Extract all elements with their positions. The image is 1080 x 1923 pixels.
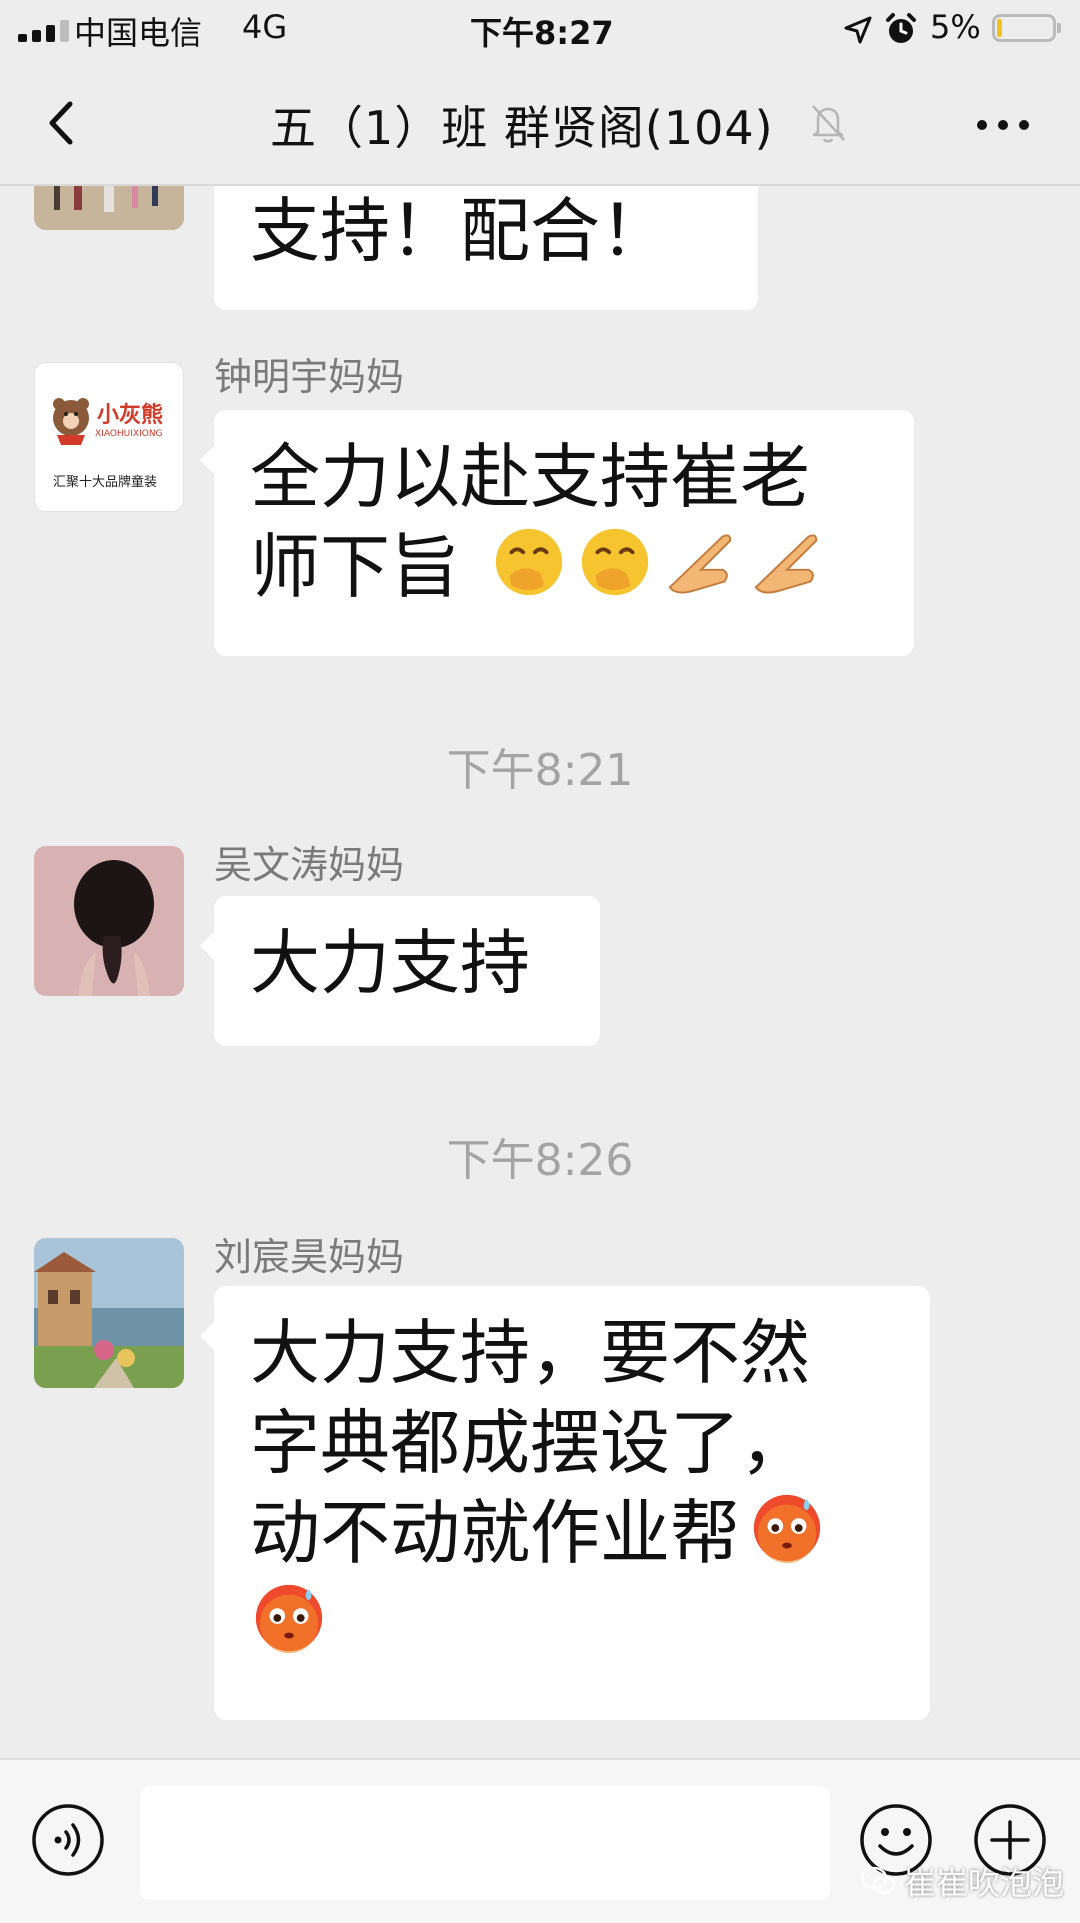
sender-name: 吴文涛妈妈 (214, 843, 405, 887)
message-timestamp: 下午8:26 (446, 1135, 634, 1186)
pointing-hand-emoji-icon (754, 534, 818, 594)
bell-muted-icon (812, 105, 845, 143)
message-text: 字典都成摆设了， (250, 1402, 810, 1484)
message-input[interactable] (140, 1786, 830, 1900)
logo-caption: 汇聚十大品牌童装 (53, 475, 158, 490)
message-bubble[interactable]: 大力支持，要不然 字典都成摆设了， 动不动就作业帮 (200, 1286, 930, 1720)
signal-icon (18, 20, 69, 42)
network-label: 4G (242, 8, 288, 46)
message-text: 全力以赴支持崔老 (250, 436, 810, 518)
chat-header: 五（1）班 群贤阁(104) (0, 64, 1080, 186)
message-text: 大力支持 (250, 922, 530, 1004)
pointing-hand-emoji-icon (668, 534, 732, 594)
battery-icon (992, 14, 1061, 42)
sender-name: 钟明宇妈妈 (214, 355, 405, 399)
avatar-girl-braid[interactable] (34, 846, 184, 996)
message-text: 支持！配合！ (250, 190, 670, 272)
location-arrow-icon (844, 16, 872, 44)
voice-button[interactable] (30, 1802, 106, 1878)
flushed-sweat-face-emoji-icon (255, 1584, 323, 1654)
message-bubble[interactable]: 全力以赴支持崔老 师下旨 (200, 410, 914, 656)
message-text: 师下旨 (250, 526, 460, 608)
avatar-beach[interactable] (34, 186, 184, 230)
hand-over-mouth-emoji-icon (496, 528, 563, 596)
watermark: 崔崔吹泡泡 (860, 1858, 1064, 1904)
message-text: 动不动就作业帮 (250, 1492, 740, 1574)
more-options-button[interactable] (968, 100, 1038, 150)
message-list[interactable]: 支持！配合！ 小灰熊 XIAOHUIXIONG 汇聚十大品牌童装 钟明宇妈妈 全… (0, 186, 1080, 1758)
back-button[interactable] (30, 88, 100, 158)
message-bubble[interactable]: 大力支持 (200, 896, 600, 1046)
avatar-village-painting[interactable] (34, 1238, 184, 1388)
avatar-brand-logo[interactable]: 小灰熊 XIAOHUIXIONG 汇聚十大品牌童装 (34, 362, 184, 512)
message-bubble[interactable]: 支持！配合！ (214, 186, 758, 310)
watermark-text: 崔崔吹泡泡 (904, 1864, 1065, 1902)
wechat-icon (860, 1866, 896, 1895)
battery-percent: 5% (930, 8, 981, 46)
status-bar: 中国电信 4G 下午8:27 5% (0, 0, 1080, 64)
logo-romanized: XIAOHUIXIONG (95, 429, 163, 439)
message-text: 大力支持，要不然 (250, 1312, 810, 1394)
message-timestamp: 下午8:21 (446, 745, 634, 796)
hand-over-mouth-emoji-icon (582, 528, 649, 596)
logo-title: 小灰熊 (97, 403, 164, 428)
carrier-label: 中国电信 (74, 14, 203, 52)
status-time: 下午8:27 (470, 14, 614, 52)
alarm-icon (886, 13, 916, 43)
sender-name: 刘宸昊妈妈 (214, 1235, 405, 1279)
flushed-sweat-face-emoji-icon (753, 1494, 821, 1564)
chat-title: 五（1）班 群贤阁(104) (270, 101, 774, 155)
